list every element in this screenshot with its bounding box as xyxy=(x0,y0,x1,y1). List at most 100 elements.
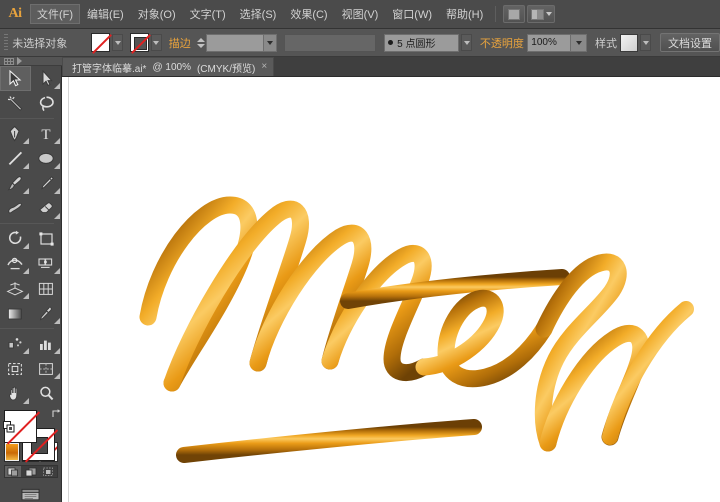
workspace-switcher-glyph xyxy=(531,9,544,20)
stroke-weight-stepper[interactable] xyxy=(196,34,206,52)
arrange-documents-icon[interactable] xyxy=(503,5,525,23)
tool-free-transform[interactable] xyxy=(31,226,62,251)
tool-lasso[interactable] xyxy=(31,91,62,116)
document-canvas[interactable] xyxy=(62,77,720,502)
flyout-indicator-icon xyxy=(54,373,60,379)
tool-magic-wand[interactable] xyxy=(0,91,31,116)
menu-help[interactable]: 帮助(H) xyxy=(439,4,490,24)
flyout-indicator-icon xyxy=(54,188,60,194)
flyout-indicator-icon xyxy=(54,348,60,354)
draw-mode-inside[interactable] xyxy=(40,466,57,477)
stroke-weight-dropdown[interactable] xyxy=(264,34,277,52)
menu-window[interactable]: 窗口(W) xyxy=(385,4,439,24)
tool-ellipse[interactable] xyxy=(31,146,62,171)
flyout-indicator-icon xyxy=(23,188,29,194)
graphic-style-dropdown[interactable] xyxy=(640,34,651,51)
flyout-indicator-icon xyxy=(54,163,60,169)
tool-symbol-sprayer[interactable] xyxy=(0,331,31,356)
flyout-indicator-icon xyxy=(54,318,60,324)
tool-blob-brush[interactable] xyxy=(0,196,31,221)
draw-mode-behind[interactable] xyxy=(22,466,39,477)
menu-view[interactable]: 视图(V) xyxy=(335,4,386,24)
fill-color-swatch[interactable] xyxy=(91,33,110,52)
tool-mesh[interactable] xyxy=(31,276,62,301)
graphic-style-swatch[interactable] xyxy=(620,34,638,52)
tool-gradient[interactable] xyxy=(0,301,31,326)
flyout-indicator-icon xyxy=(23,138,29,144)
tool-shape-builder[interactable] xyxy=(31,251,62,276)
tool-rotate[interactable] xyxy=(0,226,31,251)
opacity-input[interactable]: 100% xyxy=(527,34,571,52)
menu-file[interactable]: 文件(F) xyxy=(30,4,80,24)
screen-mode-button[interactable] xyxy=(18,487,44,502)
illustrator-window: Ai 文件(F) 编辑(E) 对象(O) 文字(T) 选择(S) 效果(C) 视… xyxy=(0,0,720,502)
tool-line-segment[interactable] xyxy=(0,146,31,171)
color-mode-color[interactable] xyxy=(4,442,21,462)
close-icon[interactable]: × xyxy=(261,62,267,72)
tool-eraser[interactable] xyxy=(31,196,62,221)
tools-panel-handle[interactable] xyxy=(0,57,62,66)
draw-mode-normal[interactable] xyxy=(5,466,22,477)
tools-divider xyxy=(0,328,54,329)
tool-width[interactable] xyxy=(0,251,31,276)
tool-slice[interactable] xyxy=(31,356,62,381)
tool-pen[interactable] xyxy=(0,121,31,146)
flyout-indicator-icon xyxy=(23,398,29,404)
document-tab[interactable]: 打管字体临摹.ai* @ 100% (CMYK/预览) × xyxy=(62,57,274,76)
opacity-label: 不透明度 xyxy=(480,35,524,51)
flyout-indicator-icon xyxy=(54,83,60,89)
menu-divider xyxy=(495,6,496,22)
control-bar-grip[interactable] xyxy=(4,34,8,52)
fill-stroke-indicator xyxy=(4,410,58,438)
brush-definition-value: 5 点圆形 xyxy=(397,35,435,50)
document-setup-button[interactable]: 文档设置 xyxy=(660,33,720,52)
tool-pencil[interactable] xyxy=(31,171,62,196)
tool-paintbrush[interactable] xyxy=(0,171,31,196)
document-tab-bar: 打管字体临摹.ai* @ 100% (CMYK/预览) × xyxy=(62,57,720,77)
inter-script-lettering[interactable] xyxy=(62,77,720,502)
stroke-profile-select[interactable] xyxy=(284,34,376,52)
stroke-color-swatch[interactable] xyxy=(130,33,149,52)
brush-preview-icon xyxy=(388,40,393,45)
menu-select[interactable]: 选择(S) xyxy=(233,4,284,24)
flyout-indicator-icon xyxy=(54,268,60,274)
control-bar: 未选择对象 描边 5 点圆形 不透明度 100% 样式 xyxy=(0,29,720,57)
menu-bar: Ai 文件(F) 编辑(E) 对象(O) 文字(T) 选择(S) 效果(C) 视… xyxy=(0,0,720,29)
tool-type[interactable]: T xyxy=(31,121,62,146)
tools-grid: T xyxy=(0,66,62,406)
stroke-dropdown-button[interactable] xyxy=(151,34,162,51)
tool-eyedropper[interactable] xyxy=(31,301,62,326)
arrange-documents-glyph xyxy=(508,9,520,20)
swap-fill-stroke-icon[interactable] xyxy=(51,408,62,419)
brush-dropdown-button[interactable] xyxy=(461,34,472,51)
tool-perspective-grid[interactable] xyxy=(0,276,31,301)
document-tab-filename: 打管字体临摹.ai* xyxy=(72,60,146,75)
tool-column-graph[interactable] xyxy=(31,331,62,356)
opacity-dropdown[interactable] xyxy=(571,34,587,52)
tool-artboard[interactable] xyxy=(0,356,31,381)
tool-hand[interactable] xyxy=(0,381,31,406)
menu-edit[interactable]: 编辑(E) xyxy=(80,4,131,24)
flyout-indicator-icon xyxy=(54,138,60,144)
chevron-down-icon xyxy=(546,12,552,16)
flyout-indicator-icon xyxy=(54,213,60,219)
draw-mode-buttons xyxy=(4,465,58,478)
menu-type[interactable]: 文字(T) xyxy=(183,4,233,24)
menu-object[interactable]: 对象(O) xyxy=(131,4,183,24)
menu-effect[interactable]: 效果(C) xyxy=(283,4,334,24)
tool-direct-selection[interactable] xyxy=(31,66,62,91)
stroke-weight-input[interactable] xyxy=(206,34,264,52)
tool-selection[interactable] xyxy=(0,66,31,91)
brush-definition-select[interactable]: 5 点圆形 xyxy=(384,34,459,52)
stroke-weight-label: 描边 xyxy=(169,35,191,51)
default-fill-stroke-icon[interactable] xyxy=(3,421,15,433)
flyout-indicator-icon xyxy=(23,348,29,354)
tools-divider xyxy=(0,223,54,224)
tool-zoom[interactable] xyxy=(31,381,62,406)
flyout-indicator-icon xyxy=(23,243,29,249)
fill-dropdown-button[interactable] xyxy=(112,34,123,51)
document-tab-colormode: (CMYK/预览) xyxy=(197,60,255,75)
flyout-indicator-icon xyxy=(23,293,29,299)
tools-divider xyxy=(0,118,54,119)
workspace-switcher-icon[interactable] xyxy=(527,5,555,23)
